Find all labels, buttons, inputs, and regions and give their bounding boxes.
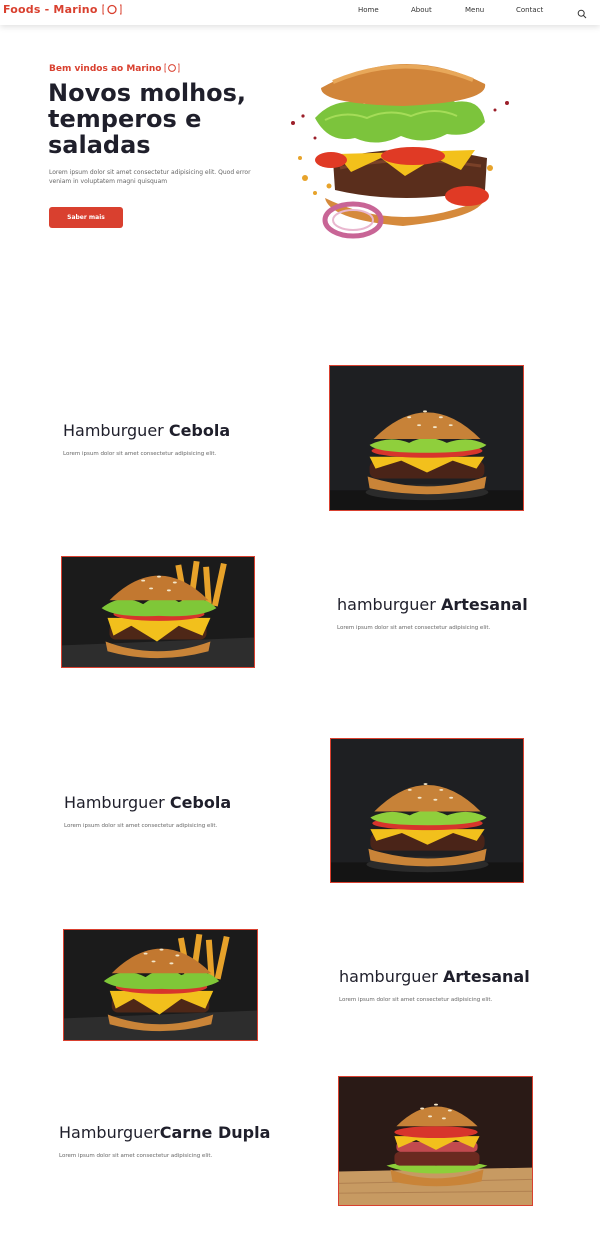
feature-description: Lorem ipsum dolor sit amet consectetur a… <box>64 823 218 829</box>
feature-title: hamburguer Artesanal <box>337 595 528 614</box>
feature-title-light: hamburguer <box>339 967 443 986</box>
burger-image <box>330 738 524 883</box>
burger-image <box>329 365 524 511</box>
brand-logo[interactable]: Foods - Marino <box>3 3 122 18</box>
feature-title-bold: Carne Dupla <box>159 1123 271 1142</box>
nav-link-contact[interactable]: Contact <box>516 6 543 14</box>
feature-description: Lorem ipsum dolor sit amet consectetur a… <box>337 625 491 631</box>
feature-title: HamburguerCarne Dupla <box>59 1123 270 1142</box>
top-navbar: Foods - Marino Home About Menu Contact <box>0 0 600 25</box>
feature-title-light: Hamburguer <box>63 421 169 440</box>
burger-image <box>61 556 255 668</box>
feature-title-bold: Cebola <box>168 421 231 440</box>
hero-kicker: Bem vindos ao Marino <box>49 63 180 74</box>
search-icon[interactable] <box>577 4 587 23</box>
hero-title: Novos molhos, temperos e saladas <box>48 79 247 159</box>
nav-link-home[interactable]: Home <box>358 6 379 14</box>
feature-title-bold: Artesanal <box>440 595 528 614</box>
burger-image <box>338 1076 533 1206</box>
feature-title-light: Hamburguer <box>64 793 170 812</box>
hero-description: Lorem ipsum dolor sit amet consectetur a… <box>49 169 251 185</box>
brand-name[interactable]: Foods - Marino <box>3 3 98 16</box>
feature-title: hamburguer Artesanal <box>339 967 530 986</box>
plate-icon <box>102 4 122 18</box>
hero-kicker-text: Bem vindos ao Marino <box>49 64 162 74</box>
feature-description: Lorem ipsum dolor sit amet consectetur a… <box>59 1153 213 1159</box>
feature-title-light: hamburguer <box>337 595 441 614</box>
feature-title-bold: Cebola <box>169 793 232 812</box>
feature-description: Lorem ipsum dolor sit amet consectetur a… <box>63 451 217 457</box>
feature-title: Hamburguer Cebola <box>63 421 230 440</box>
feature-title-bold: Artesanal <box>442 967 530 986</box>
nav-link-menu[interactable]: Menu <box>465 6 484 14</box>
hero-burger-image <box>285 58 520 248</box>
feature-description: Lorem ipsum dolor sit amet consectetur a… <box>339 997 493 1003</box>
burger-image <box>63 929 258 1041</box>
feature-title-light: Hamburguer <box>59 1123 160 1142</box>
saber-mais-button[interactable]: Saber mais <box>49 207 123 228</box>
nav-link-about[interactable]: About <box>411 6 432 14</box>
feature-title: Hamburguer Cebola <box>64 793 231 812</box>
plate-icon <box>161 63 180 74</box>
